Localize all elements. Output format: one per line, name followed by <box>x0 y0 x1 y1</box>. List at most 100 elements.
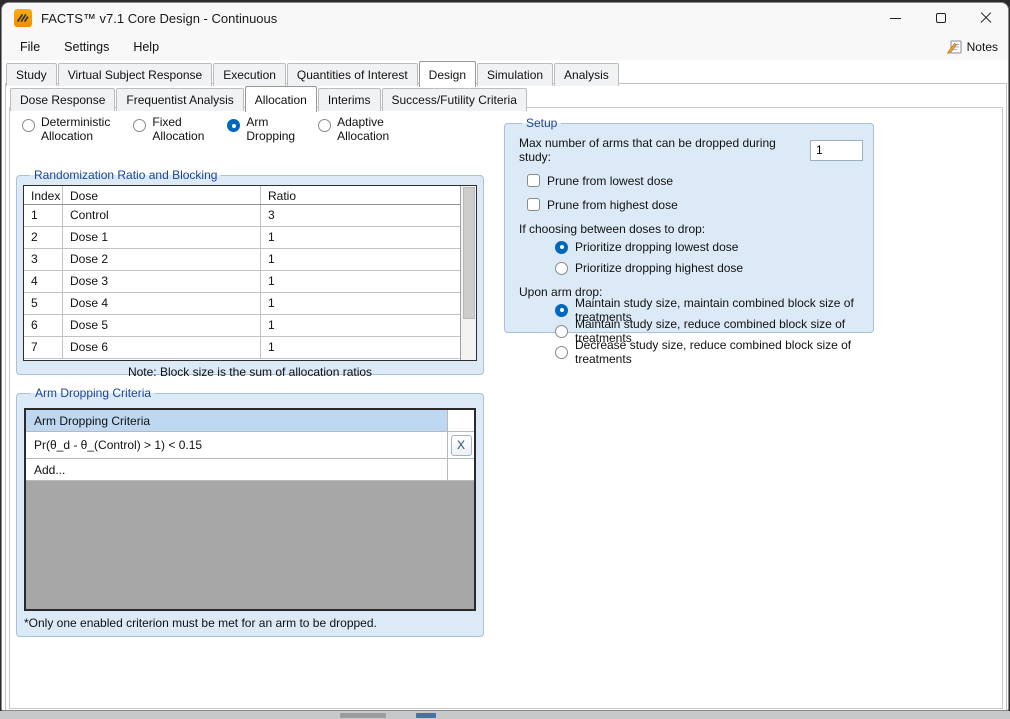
remove-criterion-button[interactable]: X <box>451 435 472 456</box>
minimize-icon <box>890 18 901 19</box>
column-header-dose: Dose <box>63 186 261 204</box>
radio-icon <box>133 119 146 132</box>
add-criterion-cell[interactable]: Add... <box>26 459 448 480</box>
radio-icon <box>318 119 331 132</box>
menu-item[interactable]: File <box>8 35 52 59</box>
max-arms-label: Max number of arms that can be dropped d… <box>519 136 801 164</box>
randomization-row: 6 Dose 5 1 <box>24 315 460 337</box>
menu-item[interactable]: Help <box>121 35 171 59</box>
randomization-table: Index Dose Ratio 1 Control 3 <box>23 185 477 361</box>
cell-index: 6 <box>24 315 63 336</box>
mode-label-line2: Dropping <box>246 129 295 143</box>
randomization-group: Randomization Ratio and Blocking Index D… <box>16 168 484 375</box>
notes-icon <box>947 39 963 54</box>
mode-label-line2: Allocation <box>41 129 93 143</box>
allocation-mode-label: Arm Dropping <box>246 116 295 144</box>
secondary-tab[interactable]: Interims <box>318 88 381 111</box>
allocation-mode-option[interactable]: Fixed Allocation <box>133 116 204 144</box>
allocation-content: Deterministic Allocation Fixed Allocatio… <box>10 108 1002 708</box>
criteria-header-label: Arm Dropping Criteria <box>26 410 448 431</box>
radio-icon <box>555 304 568 317</box>
arm-dropping-group: Arm Dropping Criteria Arm Dropping Crite… <box>16 386 484 637</box>
table-scrollbar[interactable] <box>460 186 476 360</box>
criterion-cell[interactable]: Pr(θ_d - θ_(Control) > 1) < 0.15 <box>26 432 448 458</box>
maximize-button[interactable] <box>918 3 963 33</box>
cell-dose[interactable]: Dose 4 <box>63 293 261 314</box>
cell-dose[interactable]: Dose 6 <box>63 337 261 358</box>
secondary-tab[interactable]: Frequentist Analysis <box>116 88 243 111</box>
cell-dose[interactable]: Dose 1 <box>63 227 261 248</box>
mode-label-line1: Adaptive <box>337 115 384 129</box>
cell-index: 4 <box>24 271 63 292</box>
cell-index: 2 <box>24 227 63 248</box>
cell-ratio[interactable]: 1 <box>261 249 460 270</box>
radio-icon <box>555 346 568 359</box>
cell-dose[interactable]: Dose 2 <box>63 249 261 270</box>
primary-tab[interactable]: Quantities of Interest <box>287 63 418 86</box>
scrollbar-thumb[interactable] <box>463 187 475 319</box>
cell-dose[interactable]: Dose 5 <box>63 315 261 336</box>
secondary-tab[interactable]: Success/Futility Criteria <box>382 88 527 111</box>
primary-tab[interactable]: Analysis <box>554 63 619 86</box>
primary-tab[interactable]: Design <box>419 61 476 87</box>
close-button[interactable] <box>963 3 1008 33</box>
radio-icon <box>555 325 568 338</box>
mode-label-line1: Arm <box>246 115 268 129</box>
taskbar-blob <box>340 713 386 718</box>
primary-tab[interactable]: Study <box>6 63 57 86</box>
choose-radio-option[interactable]: Prioritize dropping highest dose <box>555 258 863 278</box>
primary-tab[interactable]: Execution <box>213 63 286 86</box>
secondary-tab[interactable]: Allocation <box>245 86 317 112</box>
table-filler <box>24 359 460 360</box>
criteria-empty-area <box>26 481 474 609</box>
title-bar: FACTS™ v7.1 Core Design - Continuous <box>2 3 1008 33</box>
cell-dose[interactable]: Control <box>63 205 261 226</box>
cell-ratio[interactable]: 1 <box>261 227 460 248</box>
cell-index: 3 <box>24 249 63 270</box>
cell-ratio[interactable]: 3 <box>261 205 460 226</box>
prune-checkbox-option[interactable]: Prune from lowest dose <box>527 170 863 191</box>
mode-label-line2: Allocation <box>152 129 204 143</box>
choose-option-label: Prioritize dropping highest dose <box>575 261 743 275</box>
radio-icon <box>555 262 568 275</box>
criterion-remove-cell: X <box>448 432 474 458</box>
randomization-row: 5 Dose 4 1 <box>24 293 460 315</box>
primary-tab[interactable]: Simulation <box>477 63 553 86</box>
cell-dose[interactable]: Dose 3 <box>63 271 261 292</box>
desktop-edge <box>0 711 1010 719</box>
block-size-note: Note: Block size is the sum of allocatio… <box>23 365 477 379</box>
randomization-table-header: Index Dose Ratio <box>24 186 460 205</box>
cell-ratio[interactable]: 1 <box>261 271 460 292</box>
allocation-mode-group: Deterministic Allocation Fixed Allocatio… <box>22 116 412 144</box>
allocation-mode-option[interactable]: Adaptive Allocation <box>318 116 389 144</box>
primary-tabs: StudyVirtual Subject ResponseExecutionQu… <box>6 61 620 86</box>
max-arms-input[interactable] <box>810 140 863 161</box>
randomization-row: 1 Control 3 <box>24 205 460 227</box>
allocation-mode-label: Adaptive Allocation <box>337 116 389 144</box>
add-criterion-spacer <box>448 459 474 480</box>
secondary-tab[interactable]: Dose Response <box>10 88 115 111</box>
notes-button[interactable]: Notes <box>947 39 998 54</box>
upon-radio-option[interactable]: Decrease study size, reduce combined blo… <box>555 342 863 362</box>
window-title: FACTS™ v7.1 Core Design - Continuous <box>41 11 277 26</box>
cell-ratio[interactable]: 1 <box>261 337 460 358</box>
allocation-mode-option[interactable]: Arm Dropping <box>227 116 295 144</box>
cell-ratio[interactable]: 1 <box>261 293 460 314</box>
allocation-mode-option[interactable]: Deterministic Allocation <box>22 116 110 144</box>
menu-item[interactable]: Settings <box>52 35 121 59</box>
criteria-table: Arm Dropping Criteria Pr(θ_d - θ_(Contro… <box>24 408 476 611</box>
cell-ratio[interactable]: 1 <box>261 315 460 336</box>
max-arms-row: Max number of arms that can be dropped d… <box>519 136 863 164</box>
randomization-row: 7 Dose 6 1 <box>24 337 460 359</box>
radio-icon <box>22 119 35 132</box>
window-controls <box>873 3 1008 33</box>
randomization-row: 3 Dose 2 1 <box>24 249 460 271</box>
choose-radio-option[interactable]: Prioritize dropping lowest dose <box>555 237 863 257</box>
menu: FileSettingsHelp <box>8 35 171 59</box>
facts-logo-icon <box>14 9 32 27</box>
criteria-header-spacer <box>448 410 474 431</box>
primary-tab[interactable]: Virtual Subject Response <box>58 63 213 86</box>
cell-index: 7 <box>24 337 63 358</box>
prune-checkbox-option[interactable]: Prune from highest dose <box>527 194 863 215</box>
minimize-button[interactable] <box>873 3 918 33</box>
